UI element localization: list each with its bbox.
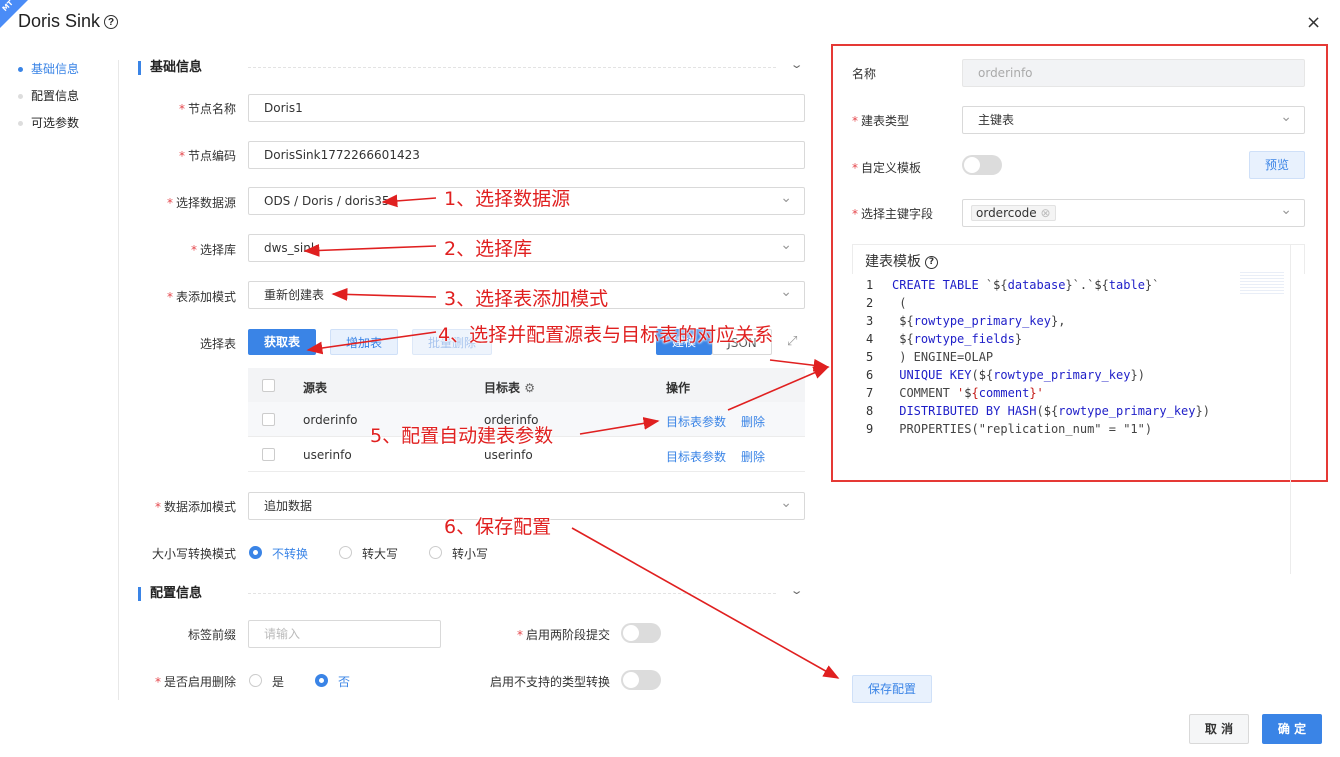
annotation-arrows — [303, 194, 840, 679]
annotation-5: 5、配置自动建表参数 — [370, 425, 554, 447]
arrow-2 — [303, 244, 437, 257]
annotation-2: 2、选择库 — [444, 238, 533, 260]
arrow-5a — [579, 417, 660, 435]
annotation-4: 4、选择并配置源表与目标表的对应关系 — [438, 324, 774, 346]
arrow-4b — [769, 358, 830, 372]
arrow-4a — [306, 331, 437, 355]
arrow-1 — [381, 194, 437, 208]
annotation-3: 3、选择表添加模式 — [444, 288, 609, 310]
arrow-5b — [727, 366, 830, 411]
annotation-6: 6、保存配置 — [444, 516, 552, 538]
annotation-1: 1、选择数据源 — [444, 188, 571, 210]
arrow-3 — [331, 288, 437, 301]
arrow-6 — [571, 527, 840, 679]
